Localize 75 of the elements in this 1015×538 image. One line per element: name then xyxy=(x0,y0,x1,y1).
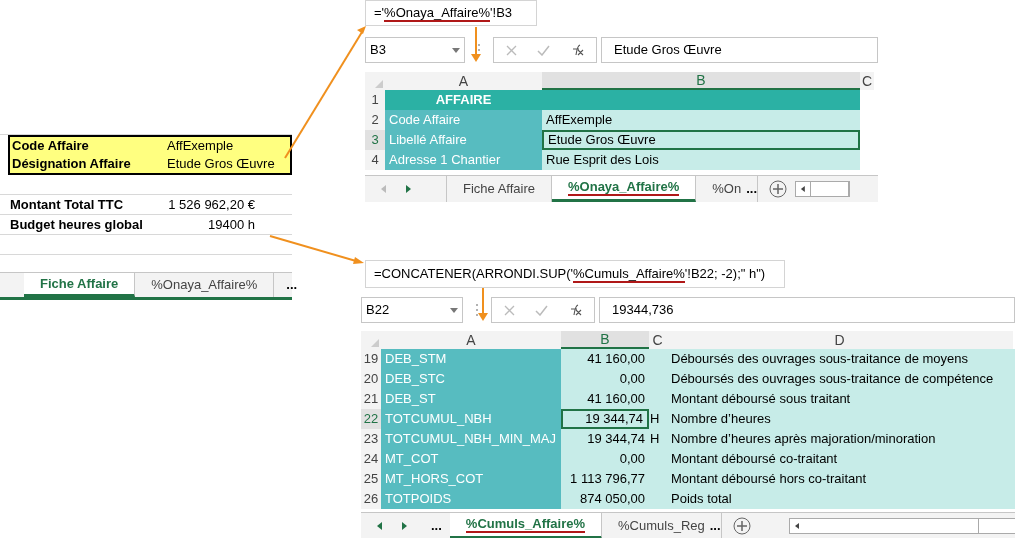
name-box[interactable]: B22 xyxy=(361,297,463,323)
field-value: 19400 h xyxy=(207,215,255,234)
row-header[interactable]: 21 xyxy=(361,389,381,409)
table-cell: 19 344,74 xyxy=(561,409,649,429)
field-value: Etude Gros Œuvre xyxy=(167,155,275,174)
connector-arrow xyxy=(478,287,488,321)
field-value: 1 526 962,20 € xyxy=(167,195,255,214)
triangle-icon xyxy=(375,80,383,88)
dropdown-icon xyxy=(452,47,460,53)
check-icon[interactable] xyxy=(535,304,548,316)
field-label: Désignation Affaire xyxy=(11,155,132,174)
more-sheets[interactable]: ... xyxy=(274,273,310,297)
scroll-right-icon[interactable] xyxy=(406,185,411,193)
name-box[interactable]: B3 xyxy=(365,37,465,63)
check-icon[interactable] xyxy=(537,44,550,56)
table-cell: TOTCUMUL_NBH_MIN_MAJ xyxy=(381,429,561,449)
more-sheets[interactable]: ... xyxy=(423,513,450,538)
horizontal-scrollbar[interactable] xyxy=(788,518,1015,534)
column-header[interactable]: A xyxy=(385,72,542,90)
column-header[interactable]: A xyxy=(381,331,561,349)
function-icon[interactable] xyxy=(570,44,584,56)
column-header[interactable]: B xyxy=(542,72,860,90)
table-cell: DEB_ST xyxy=(381,389,561,409)
row-header[interactable]: 23 xyxy=(361,429,381,449)
row-header[interactable]: 19 xyxy=(361,349,381,369)
row-header[interactable]: 26 xyxy=(361,489,381,509)
add-sheet-icon[interactable] xyxy=(732,517,751,535)
table-cell: TOTCUMUL_NBH xyxy=(381,409,561,429)
row-header[interactable]: 4 xyxy=(365,150,385,170)
function-icon[interactable] xyxy=(568,304,582,316)
table-cell: MT_HORS_COT xyxy=(381,469,561,489)
sheet-tab[interactable]: %Cumuls_Affaire% xyxy=(449,513,603,538)
table-cell: Adresse 1 Chantier xyxy=(385,150,542,170)
field-label: Code Affaire xyxy=(11,137,90,156)
table-cell: AffExemple xyxy=(542,110,860,130)
dropdown-icon xyxy=(450,307,458,313)
table-cell: DEB_STC xyxy=(381,369,561,389)
column-header[interactable]: B xyxy=(561,331,649,349)
column-header[interactable]: D xyxy=(666,331,1013,349)
scroll-left-icon[interactable] xyxy=(377,522,382,530)
table-cell: Libellé Affaire xyxy=(385,130,542,150)
horizontal-scrollbar[interactable] xyxy=(795,181,851,197)
table-cell: Etude Gros Œuvre xyxy=(542,130,860,150)
row-header[interactable]: 24 xyxy=(361,449,381,469)
scroll-right-icon[interactable] xyxy=(402,522,407,530)
row-header[interactable]: 25 xyxy=(361,469,381,489)
row-header[interactable]: 22 xyxy=(361,409,381,429)
table-cell: Code Affaire xyxy=(385,110,542,130)
formula-callout: ='%Onaya_Affaire%'!B3 xyxy=(365,0,537,26)
field-label: Montant Total TTC xyxy=(9,195,125,214)
triangle-icon xyxy=(371,339,379,347)
table-cell: MT_COT xyxy=(381,449,561,469)
sheet-tab[interactable]: %Onaya_Affaire% xyxy=(135,273,275,297)
sheet-tab[interactable]: %Onaya_Affaire% xyxy=(552,176,697,202)
connector-arrow xyxy=(471,26,481,62)
row-header[interactable]: 3 xyxy=(365,130,385,150)
row-header[interactable]: 2 xyxy=(365,110,385,130)
sheet-tab[interactable]: Fiche Affaire xyxy=(24,273,136,297)
formula-callout: =CONCATENER(ARRONDI.SUP('%Cumuls_Affaire%'!B22; -2);" h") xyxy=(365,260,785,288)
row-header[interactable]: 20 xyxy=(361,369,381,389)
formula-field[interactable]: Etude Gros Œuvre xyxy=(601,37,878,63)
more-sheets[interactable]: ... xyxy=(746,176,762,202)
table-header-cell: AFFAIRE xyxy=(385,90,542,110)
table-cell: DEB_STM xyxy=(381,349,561,369)
add-sheet-icon[interactable] xyxy=(769,180,788,198)
formula-field[interactable]: 19344,736 xyxy=(599,297,1015,323)
row-header[interactable]: 1 xyxy=(365,90,385,110)
field-value: AffExemple xyxy=(167,137,234,156)
table-cell: TOTPOIDS xyxy=(381,489,561,509)
column-header[interactable]: C xyxy=(649,331,666,349)
field-label: Budget heures global xyxy=(9,215,144,234)
more-sheets[interactable]: ... xyxy=(709,513,725,538)
table-cell: Rue Esprit des Lois xyxy=(542,150,860,170)
more-icon xyxy=(475,303,479,317)
column-header[interactable]: C xyxy=(860,72,874,90)
